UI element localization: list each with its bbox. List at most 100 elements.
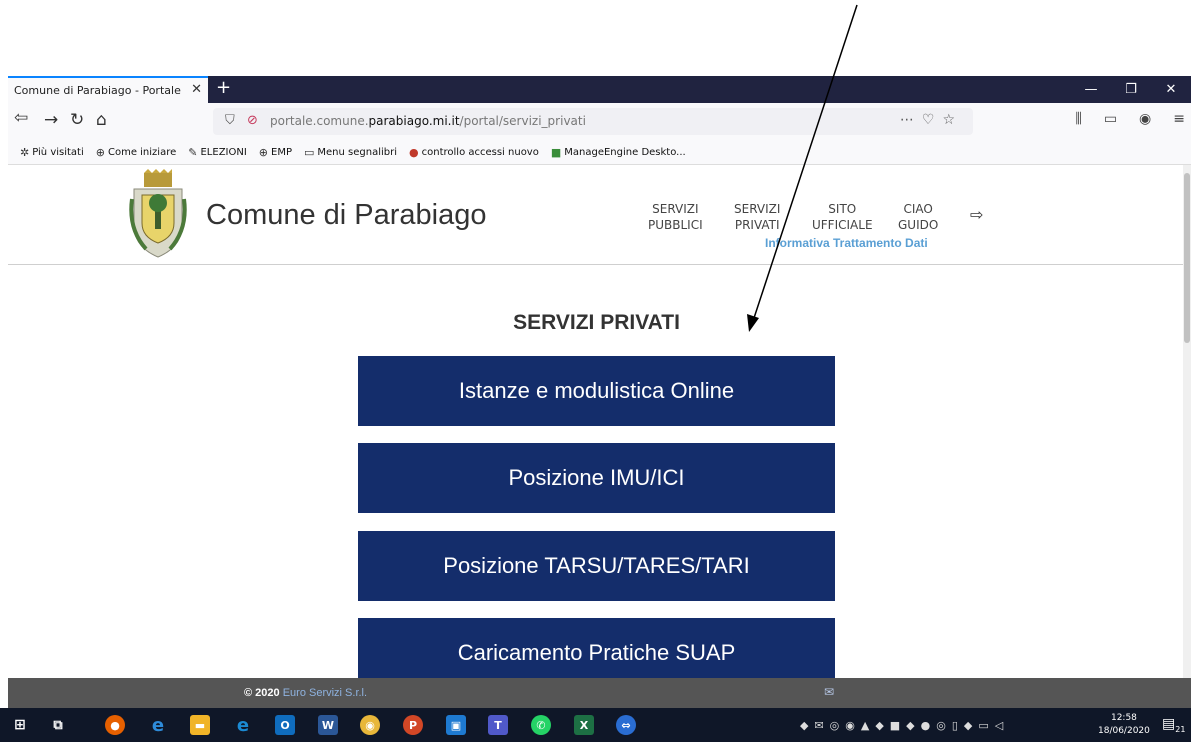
new-tab-icon[interactable]: + xyxy=(216,77,231,98)
outlook-icon[interactable]: O xyxy=(275,715,295,735)
library-icon[interactable]: ⫼ xyxy=(1075,111,1081,127)
logout-icon[interactable]: ⇨ xyxy=(970,205,983,224)
pencil-icon: ✎ xyxy=(188,145,198,159)
task-view-icon[interactable]: ⧉ xyxy=(48,715,68,735)
teamviewer-icon[interactable]: ⇔ xyxy=(616,715,636,735)
globe-icon: ⊕ xyxy=(95,145,105,159)
ball-icon: ● xyxy=(409,145,419,159)
page-scrollbar[interactable] xyxy=(1183,165,1191,678)
close-tab-icon[interactable]: ✕ xyxy=(191,82,202,97)
mail-icon[interactable]: ✉ xyxy=(824,685,834,699)
bookmark-item[interactable]: ■ ManageEngine Deskto... xyxy=(551,146,686,159)
menu-line2: GUIDO xyxy=(898,218,939,232)
scrollbar-thumb[interactable] xyxy=(1184,173,1190,343)
clock-time: 12:58 xyxy=(1110,713,1137,723)
notification-count: 21 xyxy=(1175,724,1186,734)
url-host-main: parabiago.mi.it xyxy=(368,114,460,128)
folder-icon: ▭ xyxy=(304,145,315,159)
excel-icon[interactable]: X xyxy=(574,715,594,735)
sidebar-icon[interactable]: ▭ xyxy=(1104,111,1117,127)
whatsapp-icon[interactable]: ✆ xyxy=(531,715,551,735)
notifications-icon[interactable]: ▤21 xyxy=(1162,716,1185,734)
copyright-text: © 2020 xyxy=(244,687,280,699)
minimize-icon[interactable]: — xyxy=(1071,76,1111,103)
url-host-pre: portale.comune. xyxy=(270,114,369,128)
chrome-icon[interactable]: ◉ xyxy=(360,715,380,735)
istanze-modulistica-button[interactable]: Istanze e modulistica Online xyxy=(358,356,835,426)
word-icon[interactable]: W xyxy=(318,715,338,735)
posizione-imu-button[interactable]: Posizione IMU/ICI xyxy=(358,443,835,513)
system-tray-icons[interactable]: ◆✉◎◉▲◆■◆●◎▯◆▭◁ xyxy=(800,719,1009,732)
menu-icon[interactable]: ≡ xyxy=(1173,111,1185,127)
firefox-icon[interactable]: ● xyxy=(105,715,125,735)
more-actions-icon[interactable]: ⋯ xyxy=(900,112,922,128)
bookmark-item[interactable]: ✎ ELEZIONI xyxy=(188,146,247,159)
bookmark-label: controllo accessi nuovo xyxy=(421,146,539,158)
clock-date: 18/06/2020 xyxy=(1098,726,1150,736)
window-controls: — ❐ ✕ xyxy=(1071,76,1191,103)
nav-servizi-privati[interactable]: SERVIZI PRIVATI xyxy=(734,201,780,233)
forward-icon[interactable]: → xyxy=(44,110,58,130)
back-icon[interactable]: ⇦ xyxy=(14,108,28,128)
posizione-tari-button[interactable]: Posizione TARSU/TARES/TARI xyxy=(358,531,835,601)
page-title: SERVIZI PRIVATI xyxy=(513,311,680,334)
nav-servizi-pubblici[interactable]: SERVIZI PUBBLICI xyxy=(648,201,703,233)
bookmark-item[interactable]: ▭ Menu segnalibri xyxy=(304,146,397,159)
bookmark-item[interactable]: ⊕ EMP xyxy=(259,146,292,159)
teams-icon[interactable]: T xyxy=(488,715,508,735)
bookmark-label: EMP xyxy=(271,146,292,158)
pratiche-suap-button[interactable]: Caricamento Pratiche SUAP xyxy=(358,618,835,678)
browser-tab[interactable]: Comune di Parabiago - Portale dei ✕ xyxy=(8,76,208,103)
menu-line1: SERVIZI xyxy=(652,202,699,216)
insecure-lock-icon[interactable]: ⊘ xyxy=(247,113,258,128)
windows-taskbar: ⊞ ⧉ ● e ▬ e O W ◉ P ▣ T ✆ X ⇔ ◆✉◎◉▲◆■◆●◎… xyxy=(0,708,1191,742)
toolbar-right: ⫼ ▭ ◉ ≡ xyxy=(1075,111,1185,127)
bookmark-item[interactable]: ⊕ Come iniziare xyxy=(96,146,177,159)
menu-line2: PRIVATI xyxy=(734,218,780,232)
city-crest-logo[interactable] xyxy=(126,169,190,261)
restore-icon[interactable]: ❐ xyxy=(1111,76,1151,103)
file-explorer-icon[interactable]: ▬ xyxy=(190,715,210,735)
screenshot: Comune di Parabiago - Portale dei ✕ + — … xyxy=(0,0,1191,742)
reload-icon[interactable]: ↻ xyxy=(70,110,84,130)
web-page: Comune di Parabiago SERVIZI PUBBLICI SER… xyxy=(8,165,1183,678)
powerpoint-icon[interactable]: P xyxy=(403,715,423,735)
site-name[interactable]: Comune di Parabiago xyxy=(206,199,487,232)
url-bar[interactable]: ⛉ ⊘ portale.comune.parabiago.mi.it/porta… xyxy=(213,108,973,135)
privacy-link[interactable]: Informativa Trattamento Dati xyxy=(765,236,928,250)
site-footer: © 2020 Euro Servizi S.r.l. ✉ xyxy=(8,678,1191,708)
menu-line2: PUBBLICI xyxy=(648,218,703,232)
bookmarks-toolbar: ✲ Più visitati ⊕ Come iniziare ✎ ELEZIONI ⊕… xyxy=(8,140,1191,165)
pocket-icon[interactable]: ♡ xyxy=(922,112,943,128)
edge-icon[interactable]: e xyxy=(233,715,253,736)
nav-sito-ufficiale[interactable]: SITO UFFICIALE xyxy=(812,201,873,233)
gear-icon: ✲ xyxy=(20,145,30,159)
menu-line1: SERVIZI xyxy=(734,202,781,216)
start-icon[interactable]: ⊞ xyxy=(10,715,30,735)
bookmark-label: ManageEngine Deskto... xyxy=(564,146,686,158)
home-icon[interactable]: ⌂ xyxy=(96,110,107,130)
bookmark-item[interactable]: ✲ Più visitati xyxy=(20,146,84,159)
ie-icon[interactable]: e xyxy=(148,715,168,736)
menu-line1: CIAO xyxy=(903,202,933,216)
bookmark-label: Menu segnalibri xyxy=(317,146,398,158)
bookmark-item[interactable]: ● controllo accessi nuovo xyxy=(409,146,539,159)
nav-user-greeting[interactable]: CIAO GUIDO xyxy=(898,201,938,233)
url-text[interactable]: portale.comune.parabiago.mi.it/portal/se… xyxy=(270,114,586,128)
url-path: /portal/servizi_privati xyxy=(459,114,586,128)
bookmark-label: ELEZIONI xyxy=(200,146,247,158)
tab-title: Comune di Parabiago - Portale dei xyxy=(14,84,184,97)
tracking-shield-icon[interactable]: ⛉ xyxy=(225,113,235,128)
app-icon[interactable]: ▣ xyxy=(446,715,466,735)
account-icon[interactable]: ◉ xyxy=(1139,111,1151,127)
close-window-icon[interactable]: ✕ xyxy=(1151,76,1191,103)
site-header: Comune di Parabiago SERVIZI PUBBLICI SER… xyxy=(8,165,1183,265)
bookmark-label: Come iniziare xyxy=(107,146,177,158)
manageengine-icon: ■ xyxy=(550,145,562,159)
menu-line1: SITO xyxy=(828,202,857,216)
bookmark-star-icon[interactable]: ☆ xyxy=(942,112,963,128)
company-link[interactable]: Euro Servizi S.r.l. xyxy=(283,687,367,699)
page-actions: ⋯♡☆ xyxy=(900,112,963,128)
menu-line2: UFFICIALE xyxy=(812,218,873,232)
taskbar-clock[interactable]: 12:58 18/06/2020 xyxy=(1098,712,1150,738)
